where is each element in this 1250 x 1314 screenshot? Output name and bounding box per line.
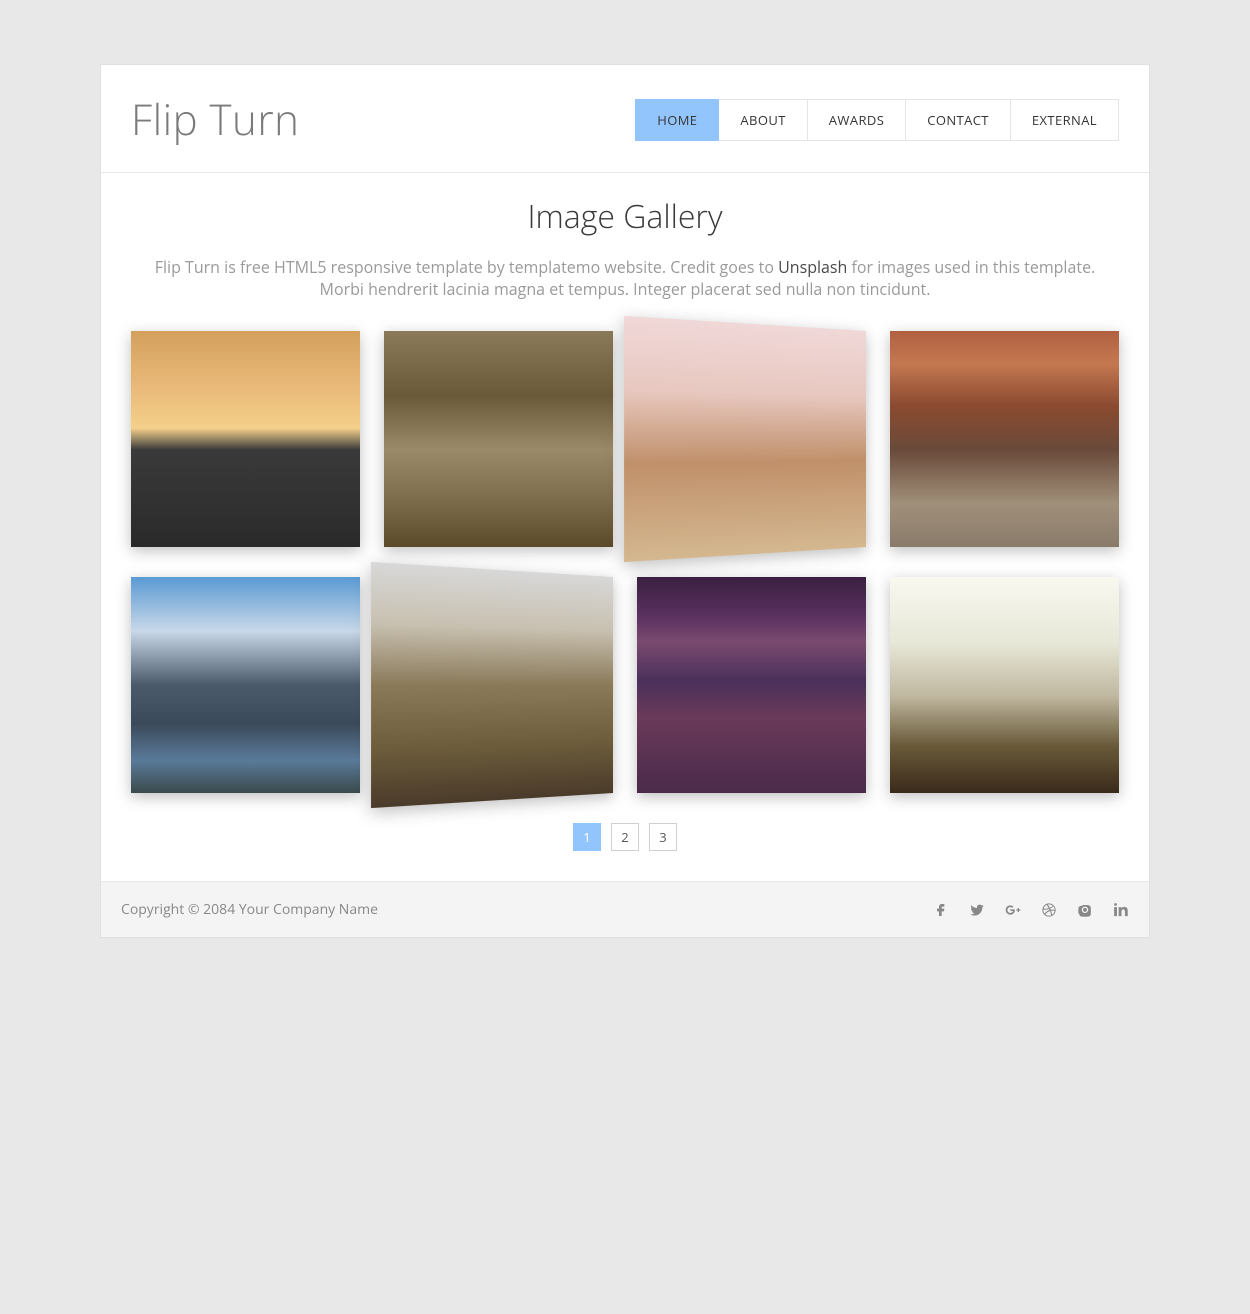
gallery-item-wooden-boardwalk[interactable]: [371, 562, 613, 808]
footer: Copyright © 2084 Your Company Name: [101, 881, 1149, 937]
gallery-item-lifeguard-tower[interactable]: [624, 316, 866, 562]
unsplash-link[interactable]: Unsplash: [778, 256, 847, 278]
desc-pre: Flip Turn is free HTML5 responsive templ…: [155, 256, 778, 278]
nav-awards[interactable]: AWARDS: [808, 99, 906, 141]
copyright: Copyright © 2084 Your Company Name: [121, 900, 378, 919]
gallery-item-narrow-alley[interactable]: [890, 331, 1119, 547]
page-2-button[interactable]: 2: [611, 823, 639, 851]
page-description: Flip Turn is free HTML5 responsive templ…: [135, 256, 1115, 301]
pagination: 1 2 3: [131, 823, 1119, 851]
gallery-item-bike-pier-silhouette[interactable]: [890, 577, 1119, 793]
social-links: [933, 901, 1129, 917]
nav-home[interactable]: HOME: [635, 99, 719, 141]
header: Flip Turn HOME ABOUT AWARDS CONTACT EXTE…: [101, 65, 1149, 173]
logo[interactable]: Flip Turn: [131, 91, 299, 148]
dribbble-icon[interactable]: [1041, 901, 1057, 917]
main: Image Gallery Flip Turn is free HTML5 re…: [101, 173, 1149, 881]
google-plus-icon[interactable]: [1005, 901, 1021, 917]
linkedin-icon[interactable]: [1113, 901, 1129, 917]
nav-external[interactable]: EXTERNAL: [1011, 99, 1119, 141]
gallery-grid: [131, 331, 1119, 793]
gallery-item-mountain-lake[interactable]: [131, 577, 360, 793]
gallery-item-sunset-beach[interactable]: [131, 331, 360, 547]
nav-about[interactable]: ABOUT: [719, 99, 807, 141]
facebook-icon[interactable]: [933, 901, 949, 917]
page-1-button[interactable]: 1: [573, 823, 601, 851]
page-3-button[interactable]: 3: [649, 823, 677, 851]
instagram-icon[interactable]: [1077, 901, 1093, 917]
gallery-item-city-bridge-night[interactable]: [637, 577, 866, 793]
page-title: Image Gallery: [131, 195, 1119, 238]
nav-contact[interactable]: CONTACT: [906, 99, 1011, 141]
nav: HOME ABOUT AWARDS CONTACT EXTERNAL: [635, 99, 1119, 141]
page-container: Flip Turn HOME ABOUT AWARDS CONTACT EXTE…: [100, 64, 1150, 938]
gallery-item-forest-dirt-road[interactable]: [384, 331, 613, 547]
twitter-icon[interactable]: [969, 901, 985, 917]
